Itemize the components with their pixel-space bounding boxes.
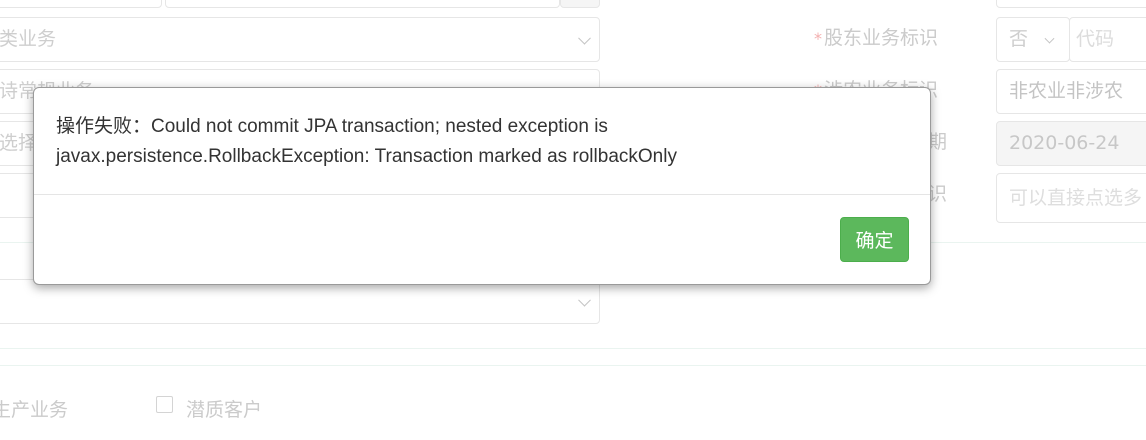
- dialog-message-line-2: javax.persistence.RollbackException: Tra…: [56, 146, 677, 167]
- error-dialog: 操作失败：Could not commit JPA transaction; n…: [33, 87, 931, 285]
- ok-button[interactable]: 确定: [840, 217, 909, 262]
- dialog-body: 操作失败：Could not commit JPA transaction; n…: [34, 88, 930, 194]
- dialog-message-line-1: 操作失败：Could not commit JPA transaction; n…: [56, 116, 608, 137]
- dialog-separator: [34, 194, 930, 195]
